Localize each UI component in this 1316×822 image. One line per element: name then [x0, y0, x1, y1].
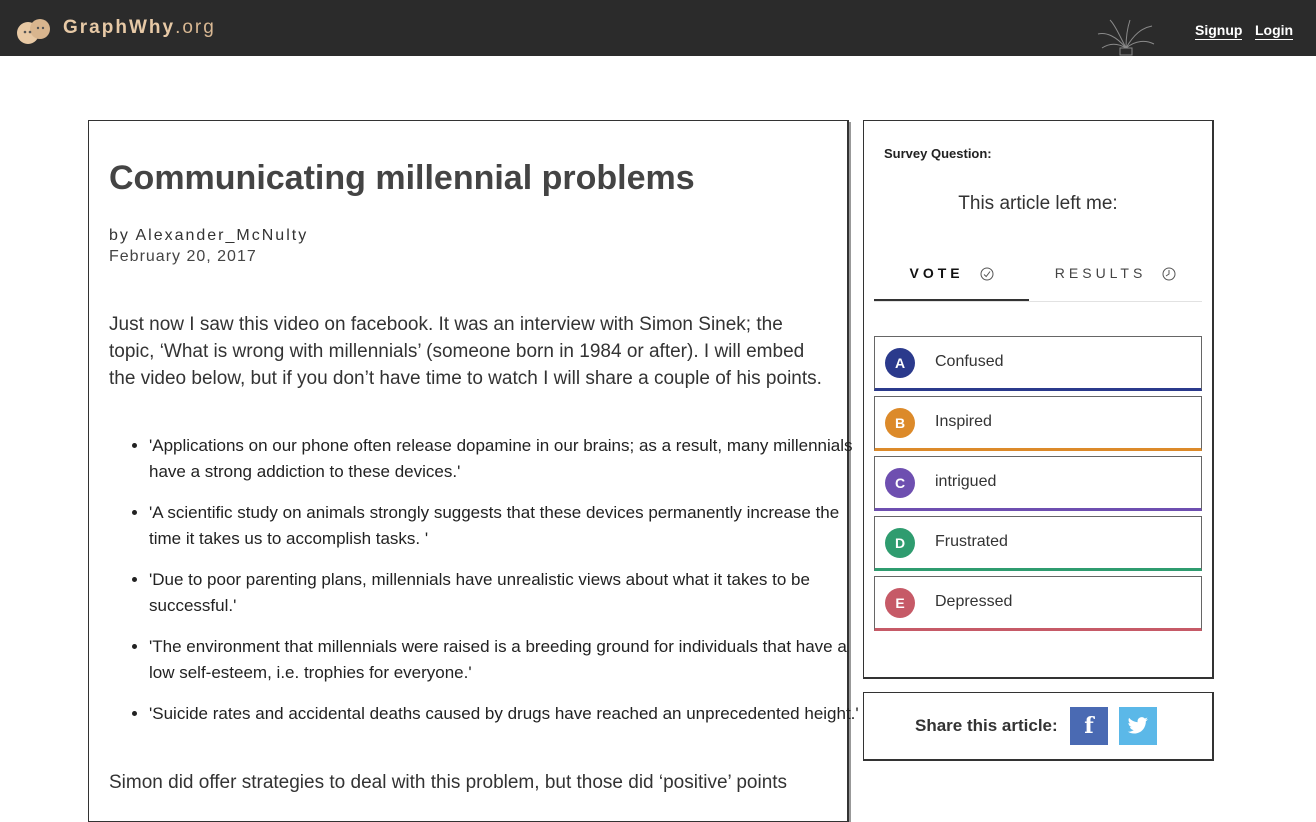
brand-name[interactable]: GraphWhy.org [63, 17, 216, 39]
graphwhy-logo-icon[interactable] [16, 16, 52, 46]
option-badge: E [885, 588, 915, 618]
list-item: 'Applications on our phone often release… [149, 433, 859, 485]
survey-question: This article left me: [958, 193, 1118, 214]
brand-name-tld: .org [175, 17, 216, 38]
option-label: intrigued [935, 473, 997, 490]
list-item: 'The environment that millennials were r… [149, 634, 859, 686]
article-byline[interactable]: by Alexander_McNulty [109, 227, 308, 245]
check-circle-icon [980, 267, 993, 281]
twitter-icon [1127, 717, 1148, 734]
vote-option-b[interactable]: B Inspired [874, 396, 1202, 451]
clock-icon [1162, 267, 1176, 281]
vote-option-a[interactable]: A Confused [874, 336, 1202, 391]
facebook-icon: f [1084, 713, 1094, 739]
survey-tabs: VOTE RESULTS [874, 253, 1202, 302]
option-badge: C [885, 468, 915, 498]
list-item: 'Due to poor parenting plans, millennial… [149, 567, 859, 619]
facebook-share-button[interactable]: f [1070, 707, 1108, 745]
brand-name-main: GraphWhy [63, 17, 176, 38]
login-link[interactable]: Login [1255, 22, 1294, 40]
article-bullet-list: 'Applications on our phone often release… [109, 433, 859, 742]
list-item: 'A scientific study on animals strongly … [149, 500, 859, 552]
option-badge: A [885, 348, 915, 378]
survey-label: Survey Question: [884, 146, 992, 161]
tab-vote-label: VOTE [909, 265, 964, 281]
article-intro-paragraph: Just now I saw this video on facebook. I… [109, 314, 822, 389]
vote-option-d[interactable]: D Frustrated [874, 516, 1202, 571]
share-label: Share this article: [915, 716, 1058, 735]
top-nav-bar: GraphWhy.org Signup Login [0, 0, 1316, 56]
option-badge: B [885, 408, 915, 438]
option-badge: D [885, 528, 915, 558]
option-label: Depressed [935, 593, 1013, 610]
list-item: 'Suicide rates and accidental deaths cau… [149, 701, 859, 727]
tab-results-label: RESULTS [1054, 265, 1147, 281]
signup-link[interactable]: Signup [1195, 22, 1243, 40]
article-card: Communicating millennial problems by Ale… [88, 120, 859, 822]
vote-option-c[interactable]: C intrigued [874, 456, 1202, 511]
article-closing-paragraph: Simon did offer strategies to deal with … [109, 772, 788, 793]
plant-icon [1097, 19, 1155, 56]
share-card: Share this article: f [863, 692, 1214, 761]
survey-card: Survey Question: This article left me: V… [863, 120, 1214, 679]
twitter-share-button[interactable] [1119, 707, 1157, 745]
tab-results[interactable]: RESULTS [1038, 253, 1193, 299]
option-label: Inspired [935, 413, 992, 430]
option-label: Frustrated [935, 533, 1008, 550]
option-label: Confused [935, 353, 1004, 370]
article-title: Communicating millennial problems [109, 159, 695, 197]
vote-option-e[interactable]: E Depressed [874, 576, 1202, 631]
article-date: February 20, 2017 [109, 248, 257, 265]
tab-vote[interactable]: VOTE [874, 253, 1029, 301]
